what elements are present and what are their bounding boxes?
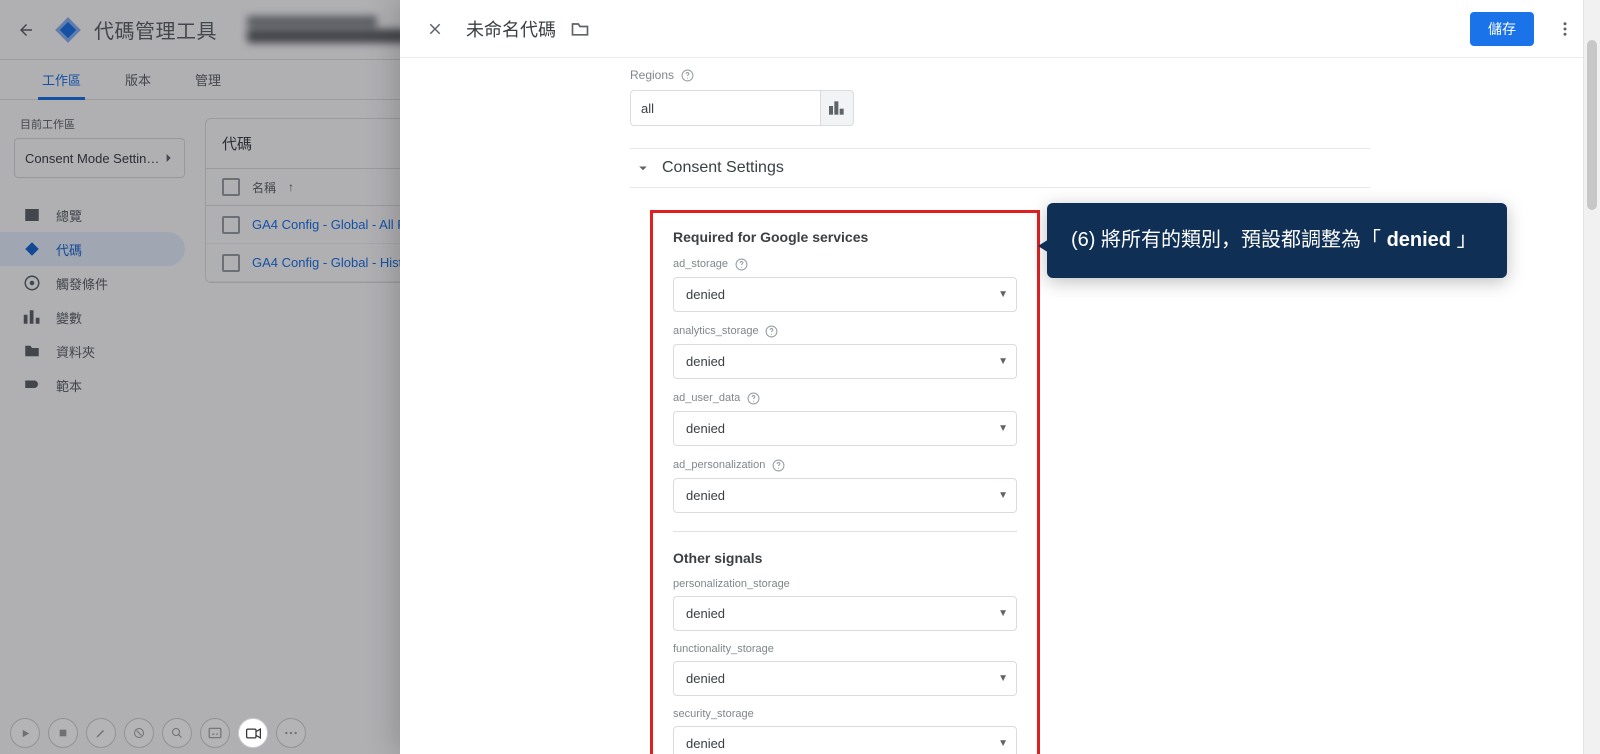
callout-text: (6) 將所有的類別，預設都調整為「 [1071,229,1387,251]
save-button[interactable]: 儲存 [1470,12,1534,46]
help-icon[interactable] [771,458,785,472]
kebab-icon [1556,20,1574,38]
close-button[interactable] [418,12,452,46]
consent-field-label: ad_personalization [673,458,1017,472]
close-icon [426,20,444,38]
dropdown-caret-icon: ▼ [998,356,1008,367]
dock-pen-button[interactable] [86,718,116,748]
consent-select-value: denied [686,354,725,369]
panel-title[interactable]: 未命名代碼 [466,16,556,42]
regions-label: Regions [630,68,1370,82]
page-scrollbar[interactable] [1583,0,1600,754]
panel-body[interactable]: Regions all Consent Settings Required fo… [400,58,1600,754]
help-icon[interactable] [734,257,748,271]
consent-item: analytics_storagedenied ▼ [673,324,1017,379]
more-menu-button[interactable] [1548,12,1582,46]
callout-bold: denied [1387,229,1451,251]
dropdown-caret-icon: ▼ [998,289,1008,300]
consent-select-value: denied [686,671,725,686]
consent-field-label: ad_user_data [673,391,1017,405]
annotation-callout: (6) 將所有的類別，預設都調整為「 denied 」 [1047,203,1507,278]
dropdown-caret-icon: ▼ [998,673,1008,684]
tag-editor-panel: 未命名代碼 儲存 Regions all Consent Settings [400,0,1600,754]
consent-item: functionality_storagedenied ▼ [673,643,1017,696]
consent-item: security_storagedenied ▼ [673,708,1017,754]
dropdown-caret-icon: ▼ [998,738,1008,749]
dock-caption-button[interactable] [200,718,230,748]
consent-item: ad_personalizationdenied ▼ [673,458,1017,513]
dropdown-caret-icon: ▼ [998,423,1008,434]
consent-field-label: ad_storage [673,257,1017,271]
consent-field-label: functionality_storage [673,643,1017,655]
consent-select-value: denied [686,736,725,751]
consent-select-value: denied [686,287,725,302]
help-icon[interactable] [765,324,779,338]
consent-select-personalization-storage[interactable]: denied ▼ [673,596,1017,631]
consent-select-functionality-storage[interactable]: denied ▼ [673,661,1017,696]
consent-defaults-box: Required for Google services ad_storaged… [650,210,1040,754]
regions-picker-button[interactable] [820,90,854,126]
consent-field-label: security_storage [673,708,1017,720]
consent-field-label: analytics_storage [673,324,1017,338]
consent-select-ad-storage[interactable]: denied ▼ [673,277,1017,312]
change-folder-button[interactable] [570,19,590,39]
folder-icon [570,19,590,39]
blocks-icon [829,101,845,115]
dropdown-caret-icon: ▼ [998,608,1008,619]
consent-select-value: denied [686,421,725,436]
regions-input[interactable]: all [630,90,820,126]
consent-item: ad_user_datadenied ▼ [673,391,1017,446]
consent-field-label: personalization_storage [673,578,1017,590]
dropdown-caret-icon: ▼ [998,490,1008,501]
consent-select-security-storage[interactable]: denied ▼ [673,726,1017,754]
callout-text: 」 [1451,229,1477,251]
chevron-down-icon [634,159,652,177]
dock-camera-button[interactable] [238,718,268,748]
consent-select-ad-personalization[interactable]: denied ▼ [673,478,1017,513]
dock-play-button[interactable] [10,718,40,748]
scroll-thumb[interactable] [1587,40,1597,210]
group-title: Other signals [673,550,1017,566]
divider [673,531,1017,532]
panel-header: 未命名代碼 儲存 [400,0,1600,58]
consent-select-analytics-storage[interactable]: denied ▼ [673,344,1017,379]
consent-select-ad-user-data[interactable]: denied ▼ [673,411,1017,446]
consent-select-value: denied [686,606,725,621]
dock-stop-button[interactable] [48,718,78,748]
dock-erase-button[interactable] [124,718,154,748]
dock-zoom-button[interactable] [162,718,192,748]
consent-settings-section[interactable]: Consent Settings [630,148,1370,188]
consent-select-value: denied [686,488,725,503]
presentation-dock [10,718,306,748]
consent-item: ad_storagedenied ▼ [673,257,1017,312]
consent-item: personalization_storagedenied ▼ [673,578,1017,631]
help-icon[interactable] [746,391,760,405]
dock-more-button[interactable] [276,718,306,748]
group-title: Required for Google services [673,229,1017,245]
section-title: Consent Settings [662,159,784,177]
help-icon[interactable] [680,68,694,82]
